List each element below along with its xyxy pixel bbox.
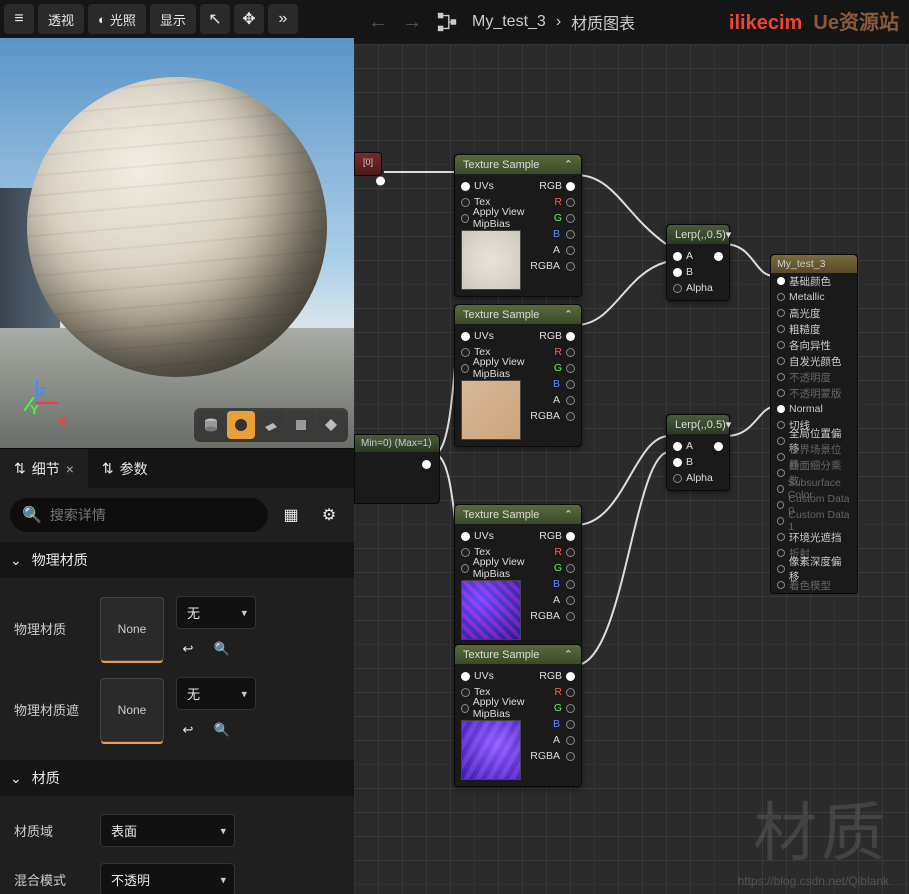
chevron-right-icon: › (556, 13, 561, 31)
output-pin-row[interactable]: 不透明度 (771, 369, 857, 385)
tab-details[interactable]: ⇅ 细节 × (0, 449, 88, 488)
perspective-button[interactable]: 透视 (38, 4, 84, 34)
graph-icon (436, 11, 458, 33)
breadcrumb: My_test_3 › 材质图表 (472, 10, 635, 34)
chevron-down-icon: ⌄ (10, 552, 22, 569)
breadcrumb-item[interactable]: 材质图表 (571, 10, 635, 34)
output-pin-row[interactable]: 基础颜色 (771, 273, 857, 289)
grid-view-icon[interactable]: ▦ (276, 500, 306, 530)
output-pin-row[interactable]: Normal (771, 401, 857, 417)
use-selected-icon[interactable]: ↩ (176, 718, 200, 742)
collapse-icon[interactable]: ⌃ (564, 308, 573, 321)
lighting-button[interactable]: ◐光照 (88, 4, 146, 34)
browse-icon[interactable]: 🔍 (210, 718, 234, 742)
shape-plane-icon[interactable] (257, 411, 285, 439)
more-tools-icon[interactable]: » (268, 4, 298, 34)
axis-y-label: Y (30, 402, 39, 417)
use-selected-icon[interactable]: ↩ (176, 637, 200, 661)
node-texture-sample[interactable]: Texture Sample⌃ UVsRGB TexR Apply View M… (454, 304, 582, 447)
node-texture-sample[interactable]: Texture Sample⌃ UVsRGB TexR Apply View M… (454, 644, 582, 787)
search-icon: 🔍 (22, 505, 42, 525)
phys-material-thumbnail[interactable]: None (100, 597, 164, 661)
search-input-wrapper: 🔍 (10, 498, 268, 532)
select-tool-icon[interactable]: ↖ (200, 4, 230, 34)
shape-cube-icon[interactable] (287, 411, 315, 439)
material-domain-dropdown[interactable]: 表面 (100, 814, 235, 847)
axis-x-label: X (58, 414, 67, 429)
output-pin-row[interactable]: Metallic (771, 289, 857, 305)
material-domain-label: 材质域 (14, 821, 88, 840)
show-button[interactable]: 显示 (150, 4, 196, 34)
material-graph[interactable]: [0] Texture Sample⌃ UVsRGB TexR Apply Vi… (354, 44, 909, 894)
output-pin-row[interactable]: 像素深度偏移 (771, 561, 857, 577)
collapse-icon[interactable]: ⌃ (564, 158, 573, 171)
browse-icon[interactable]: 🔍 (210, 637, 234, 661)
output-pin-row[interactable]: Custom Data 1 (771, 513, 857, 529)
texture-thumbnail (461, 580, 521, 640)
section-material[interactable]: ⌄ 材质 (0, 760, 354, 796)
gear-icon[interactable]: ⚙ (314, 500, 344, 530)
collapse-icon[interactable]: ⌃ (564, 648, 573, 661)
watermark-text: ilikecim Ue资源站 (729, 6, 899, 35)
output-pin-row[interactable]: 自发光颜色 (771, 353, 857, 369)
output-pin-row[interactable]: 不透明蒙版 (771, 385, 857, 401)
phys-material-label: 物理材质 (14, 619, 88, 638)
node-clamp[interactable]: Min=0) (Max=1) (354, 434, 440, 504)
filter-icon: ⇅ (14, 460, 26, 477)
texture-thumbnail (461, 230, 521, 290)
tab-params[interactable]: ⇅ 参数 (88, 449, 162, 488)
preview-sphere (27, 77, 327, 377)
section-physical-material[interactable]: ⌄ 物理材质 (0, 542, 354, 578)
collapse-icon[interactable]: ⌃ (564, 508, 573, 521)
watermark-large: 材质 (753, 782, 889, 874)
node-texture-sample[interactable]: Texture Sample⌃ UVsRGB TexR Apply View M… (454, 504, 582, 647)
texture-thumbnail (461, 380, 521, 440)
node-lerp[interactable]: Lerp(,,0.5)▾ A B Alpha (666, 414, 730, 491)
blend-mode-label: 混合模式 (14, 870, 88, 889)
texture-thumbnail (461, 720, 521, 780)
node-texture-sample[interactable]: Texture Sample⌃ UVsRGB TexR Apply View M… (454, 154, 582, 297)
viewport-toolbar: ≡ 透视 ◐光照 显示 ↖ ✥ » (0, 0, 354, 38)
nav-back-icon[interactable]: ← (368, 11, 388, 34)
phys-material-mask-thumbnail[interactable]: None (100, 678, 164, 742)
preview-shape-selector (194, 408, 348, 442)
move-tool-icon[interactable]: ✥ (234, 4, 264, 34)
phys-material-dropdown[interactable]: 无 (176, 596, 256, 629)
shape-cylinder-icon[interactable] (197, 411, 225, 439)
phys-material-mask-dropdown[interactable]: 无 (176, 677, 256, 710)
search-input[interactable] (50, 507, 256, 523)
shape-custom-icon[interactable] (317, 411, 345, 439)
axis-z-label: Z (38, 384, 46, 399)
blend-mode-dropdown[interactable]: 不透明 (100, 863, 235, 894)
node-material-output[interactable]: My_test_3 基础颜色Metallic高光度粗糙度各向异性自发光颜色不透明… (770, 254, 858, 594)
shape-sphere-icon[interactable] (227, 411, 255, 439)
chevron-down-icon: ⌄ (10, 770, 22, 787)
panel-tabs: ⇅ 细节 × ⇅ 参数 (0, 448, 354, 488)
nav-forward-icon[interactable]: → (402, 11, 422, 34)
output-pin-row[interactable]: 各向异性 (771, 337, 857, 353)
node-lerp[interactable]: Lerp(,,0.5)▾ A B Alpha (666, 224, 730, 301)
breadcrumb-item[interactable]: My_test_3 (472, 13, 546, 31)
material-preview-viewport[interactable]: Z Y X (0, 38, 354, 448)
output-pin-row[interactable]: 高光度 (771, 305, 857, 321)
node-texcoord[interactable]: [0] (354, 152, 382, 176)
hamburger-icon[interactable]: ≡ (4, 4, 34, 34)
filter-icon: ⇅ (102, 460, 114, 477)
details-panel: 🔍 ▦ ⚙ ⌄ 物理材质 物理材质 None 无 ↩ (0, 488, 354, 894)
close-icon[interactable]: × (66, 461, 74, 477)
phys-material-mask-label: 物理材质遮 (14, 700, 88, 719)
output-pin-row[interactable]: 粗糙度 (771, 321, 857, 337)
watermark-url: https://blog.csdn.net/Qiblank (738, 874, 889, 888)
